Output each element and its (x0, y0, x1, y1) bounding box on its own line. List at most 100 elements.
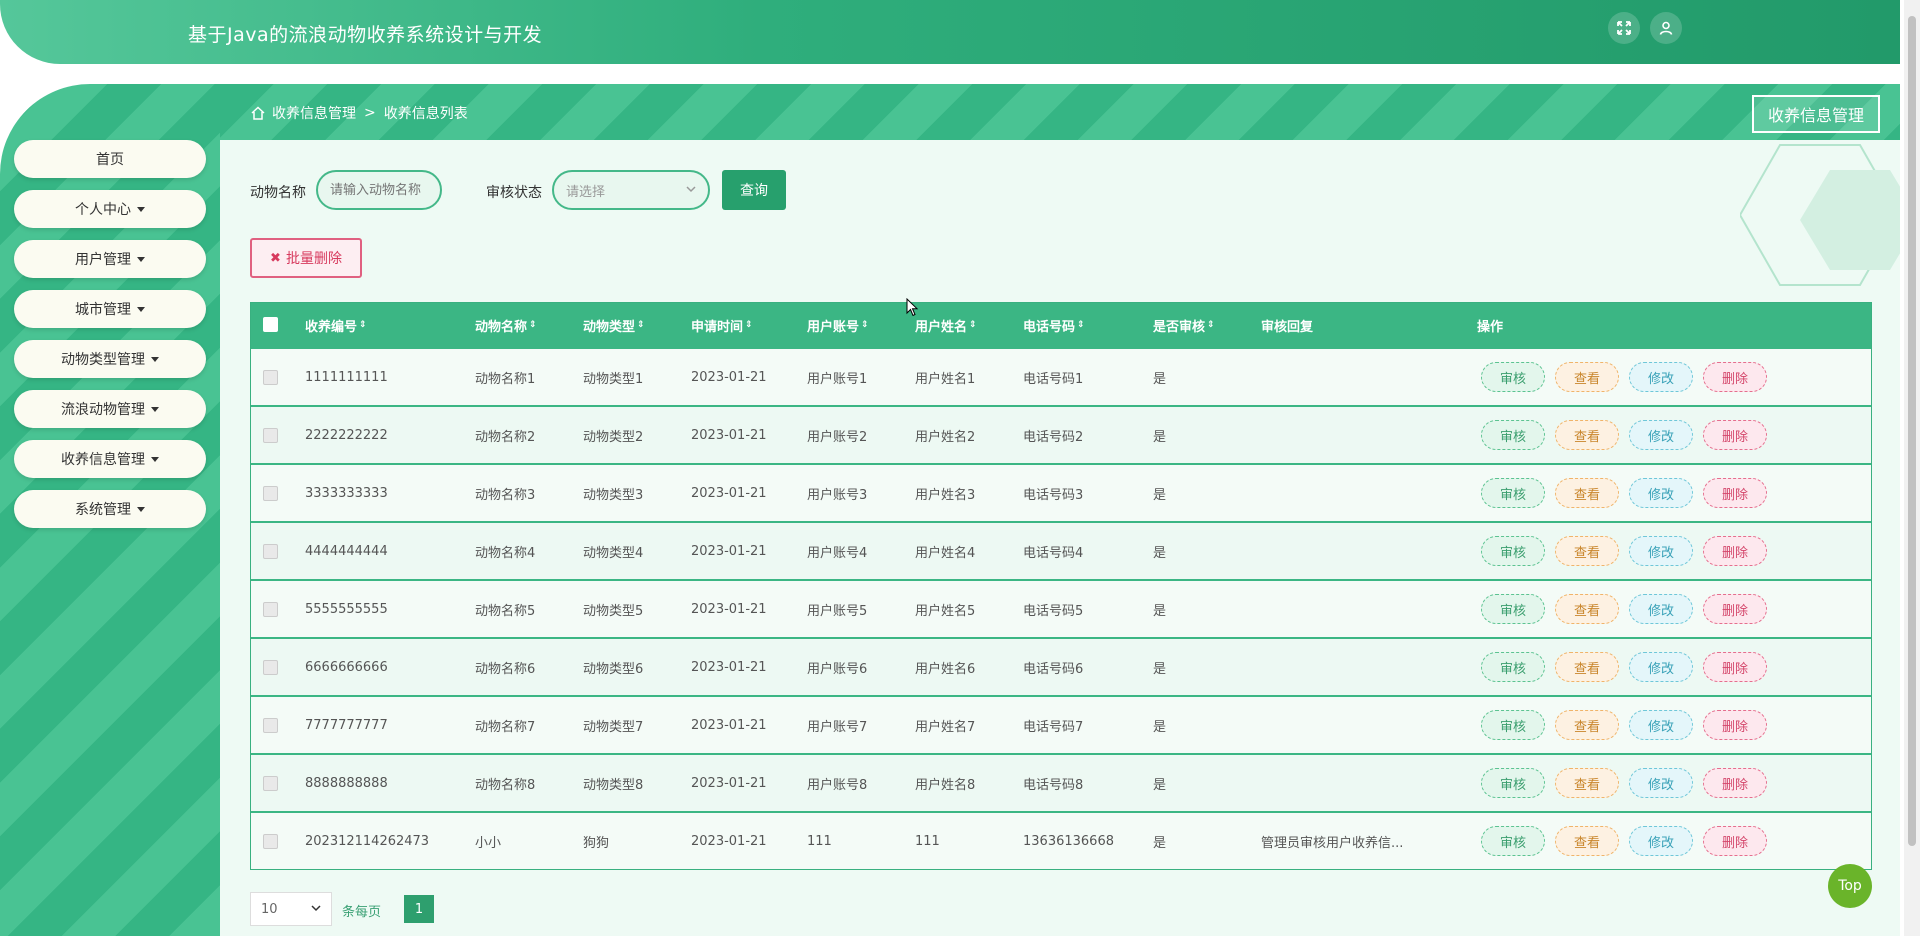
review-button[interactable]: 审核 (1481, 478, 1545, 508)
row-actions: 审核 查看 修改 删除 (1481, 755, 1767, 811)
page-number-current[interactable]: 1 (404, 895, 434, 923)
review-button[interactable]: 审核 (1481, 536, 1545, 566)
top-header: 基于Java的流浪动物收养系统设计与开发 (0, 0, 1900, 64)
edit-button[interactable]: 修改 (1629, 362, 1693, 392)
delete-button[interactable]: 删除 (1703, 478, 1767, 508)
delete-button[interactable]: 删除 (1703, 536, 1767, 566)
edit-button[interactable]: 修改 (1629, 652, 1693, 682)
home-icon[interactable] (250, 105, 266, 121)
delete-button[interactable]: 删除 (1703, 652, 1767, 682)
sidebar-item-label: 个人中心 (75, 202, 131, 218)
cell-animal-type: 动物类型3 (583, 487, 644, 503)
delete-button[interactable]: 删除 (1703, 826, 1767, 856)
view-button[interactable]: 查看 (1555, 536, 1619, 566)
sidebar-item-adoption-management[interactable]: 收养信息管理 (14, 440, 206, 478)
sidebar-item-personal-center[interactable]: 个人中心 (14, 190, 206, 228)
edit-button[interactable]: 修改 (1629, 710, 1693, 740)
sidebar-item-system-management[interactable]: 系统管理 (14, 490, 206, 528)
row-checkbox[interactable] (263, 370, 278, 385)
cell-adopt-no: 7777777777 (305, 717, 388, 733)
adoption-table: 收养编号 ⇕ 动物名称 ⇕ 动物类型 ⇕ 申请时间 ⇕ 用户账号 ⇕ 用户姓名 ⇕ 电话号码… (250, 302, 1872, 870)
batch-delete-button[interactable]: ✖ 批量删除 (250, 238, 362, 278)
header-adopt-no[interactable]: 收养编号 ⇕ (305, 303, 367, 347)
row-checkbox[interactable] (263, 428, 278, 443)
sidebar-item-animal-type-management[interactable]: 动物类型管理 (14, 340, 206, 378)
breadcrumb-separator: > (364, 105, 376, 121)
review-button[interactable]: 审核 (1481, 652, 1545, 682)
back-to-top-button[interactable]: Top (1828, 864, 1872, 908)
chevron-down-icon (686, 183, 696, 198)
delete-button[interactable]: 删除 (1703, 710, 1767, 740)
cell-adopt-no: 3333333333 (305, 485, 388, 501)
query-button[interactable]: 查询 (722, 170, 786, 210)
review-button[interactable]: 审核 (1481, 768, 1545, 798)
header-user-name[interactable]: 用户姓名 ⇕ (915, 303, 977, 347)
cell-phone: 13636136668 (1023, 833, 1114, 849)
cell-apply-time: 2023-01-21 (691, 659, 767, 675)
review-button[interactable]: 审核 (1481, 594, 1545, 624)
row-checkbox[interactable] (263, 776, 278, 791)
header-reply: 审核回复 (1261, 319, 1314, 335)
view-button[interactable]: 查看 (1555, 710, 1619, 740)
row-checkbox[interactable] (263, 718, 278, 733)
row-checkbox[interactable] (263, 660, 278, 675)
view-button[interactable]: 查看 (1555, 652, 1619, 682)
view-button[interactable]: 查看 (1555, 420, 1619, 450)
edit-button[interactable]: 修改 (1629, 420, 1693, 450)
sidebar-item-label: 用户管理 (75, 252, 131, 268)
header-animal-name[interactable]: 动物名称 ⇕ (475, 303, 537, 347)
breadcrumb-item-parent[interactable]: 收养信息管理 (272, 103, 356, 123)
view-button[interactable]: 查看 (1555, 768, 1619, 798)
scrollbar-thumb[interactable] (1908, 16, 1916, 846)
user-icon[interactable] (1650, 12, 1682, 44)
row-checkbox[interactable] (263, 486, 278, 501)
caret-down-icon (137, 306, 145, 312)
main-content: 动物名称 审核状态 请选择 查询 ✖ 批量删除 收养编号⇕ 动物名称⇕ 动物类型… (220, 140, 1900, 936)
view-button[interactable]: 查看 (1555, 594, 1619, 624)
sidebar-item-user-management[interactable]: 用户管理 (14, 240, 206, 278)
sidebar-item-stray-animal-management[interactable]: 流浪动物管理 (14, 390, 206, 428)
header-ops: 操作 (1477, 319, 1504, 335)
edit-button[interactable]: 修改 (1629, 536, 1693, 566)
review-button[interactable]: 审核 (1481, 420, 1545, 450)
cell-adopt-no: 6666666666 (305, 659, 388, 675)
fullscreen-icon[interactable] (1608, 12, 1640, 44)
view-button[interactable]: 查看 (1555, 826, 1619, 856)
cell-apply-time: 2023-01-21 (691, 601, 767, 617)
sidebar-item-city-management[interactable]: 城市管理 (14, 290, 206, 328)
header-apply-time[interactable]: 申请时间 ⇕ (691, 303, 753, 347)
review-button[interactable]: 审核 (1481, 710, 1545, 740)
delete-button[interactable]: 删除 (1703, 362, 1767, 392)
edit-button[interactable]: 修改 (1629, 768, 1693, 798)
select-all-checkbox[interactable] (263, 317, 278, 332)
header-animal-type[interactable]: 动物类型 ⇕ (583, 303, 645, 347)
table-row: 1111111111 动物名称1 动物类型1 2023-01-21 用户账号1 用户姓名1… (251, 347, 1871, 405)
header-user-account[interactable]: 用户账号 ⇕ (807, 303, 869, 347)
cell-animal-type: 动物类型5 (583, 603, 644, 619)
edit-button[interactable]: 修改 (1629, 594, 1693, 624)
edit-button[interactable]: 修改 (1629, 478, 1693, 508)
sidebar-item-label: 系统管理 (75, 502, 131, 518)
animal-name-input[interactable] (316, 170, 442, 210)
view-button[interactable]: 查看 (1555, 362, 1619, 392)
cell-reviewed: 是 (1153, 371, 1167, 387)
cell-animal-type: 动物类型7 (583, 719, 644, 735)
edit-button[interactable]: 修改 (1629, 826, 1693, 856)
delete-button[interactable]: 删除 (1703, 594, 1767, 624)
view-button[interactable]: 查看 (1555, 478, 1619, 508)
delete-button[interactable]: 删除 (1703, 768, 1767, 798)
review-button[interactable]: 审核 (1481, 362, 1545, 392)
row-actions: 审核 查看 修改 删除 (1481, 697, 1767, 753)
row-checkbox[interactable] (263, 602, 278, 617)
page-scrollbar[interactable] (1904, 0, 1920, 936)
page-size-select[interactable]: 10 (250, 892, 332, 926)
header-reviewed[interactable]: 是否审核 ⇕ (1153, 303, 1215, 347)
cell-adopt-no: 8888888888 (305, 775, 388, 791)
header-phone[interactable]: 电话号码 ⇕ (1023, 303, 1085, 347)
review-button[interactable]: 审核 (1481, 826, 1545, 856)
row-checkbox[interactable] (263, 544, 278, 559)
sidebar-item-home[interactable]: 首页 (14, 140, 206, 178)
delete-button[interactable]: 删除 (1703, 420, 1767, 450)
status-select[interactable]: 请选择 (552, 170, 710, 210)
row-checkbox[interactable] (263, 834, 278, 849)
